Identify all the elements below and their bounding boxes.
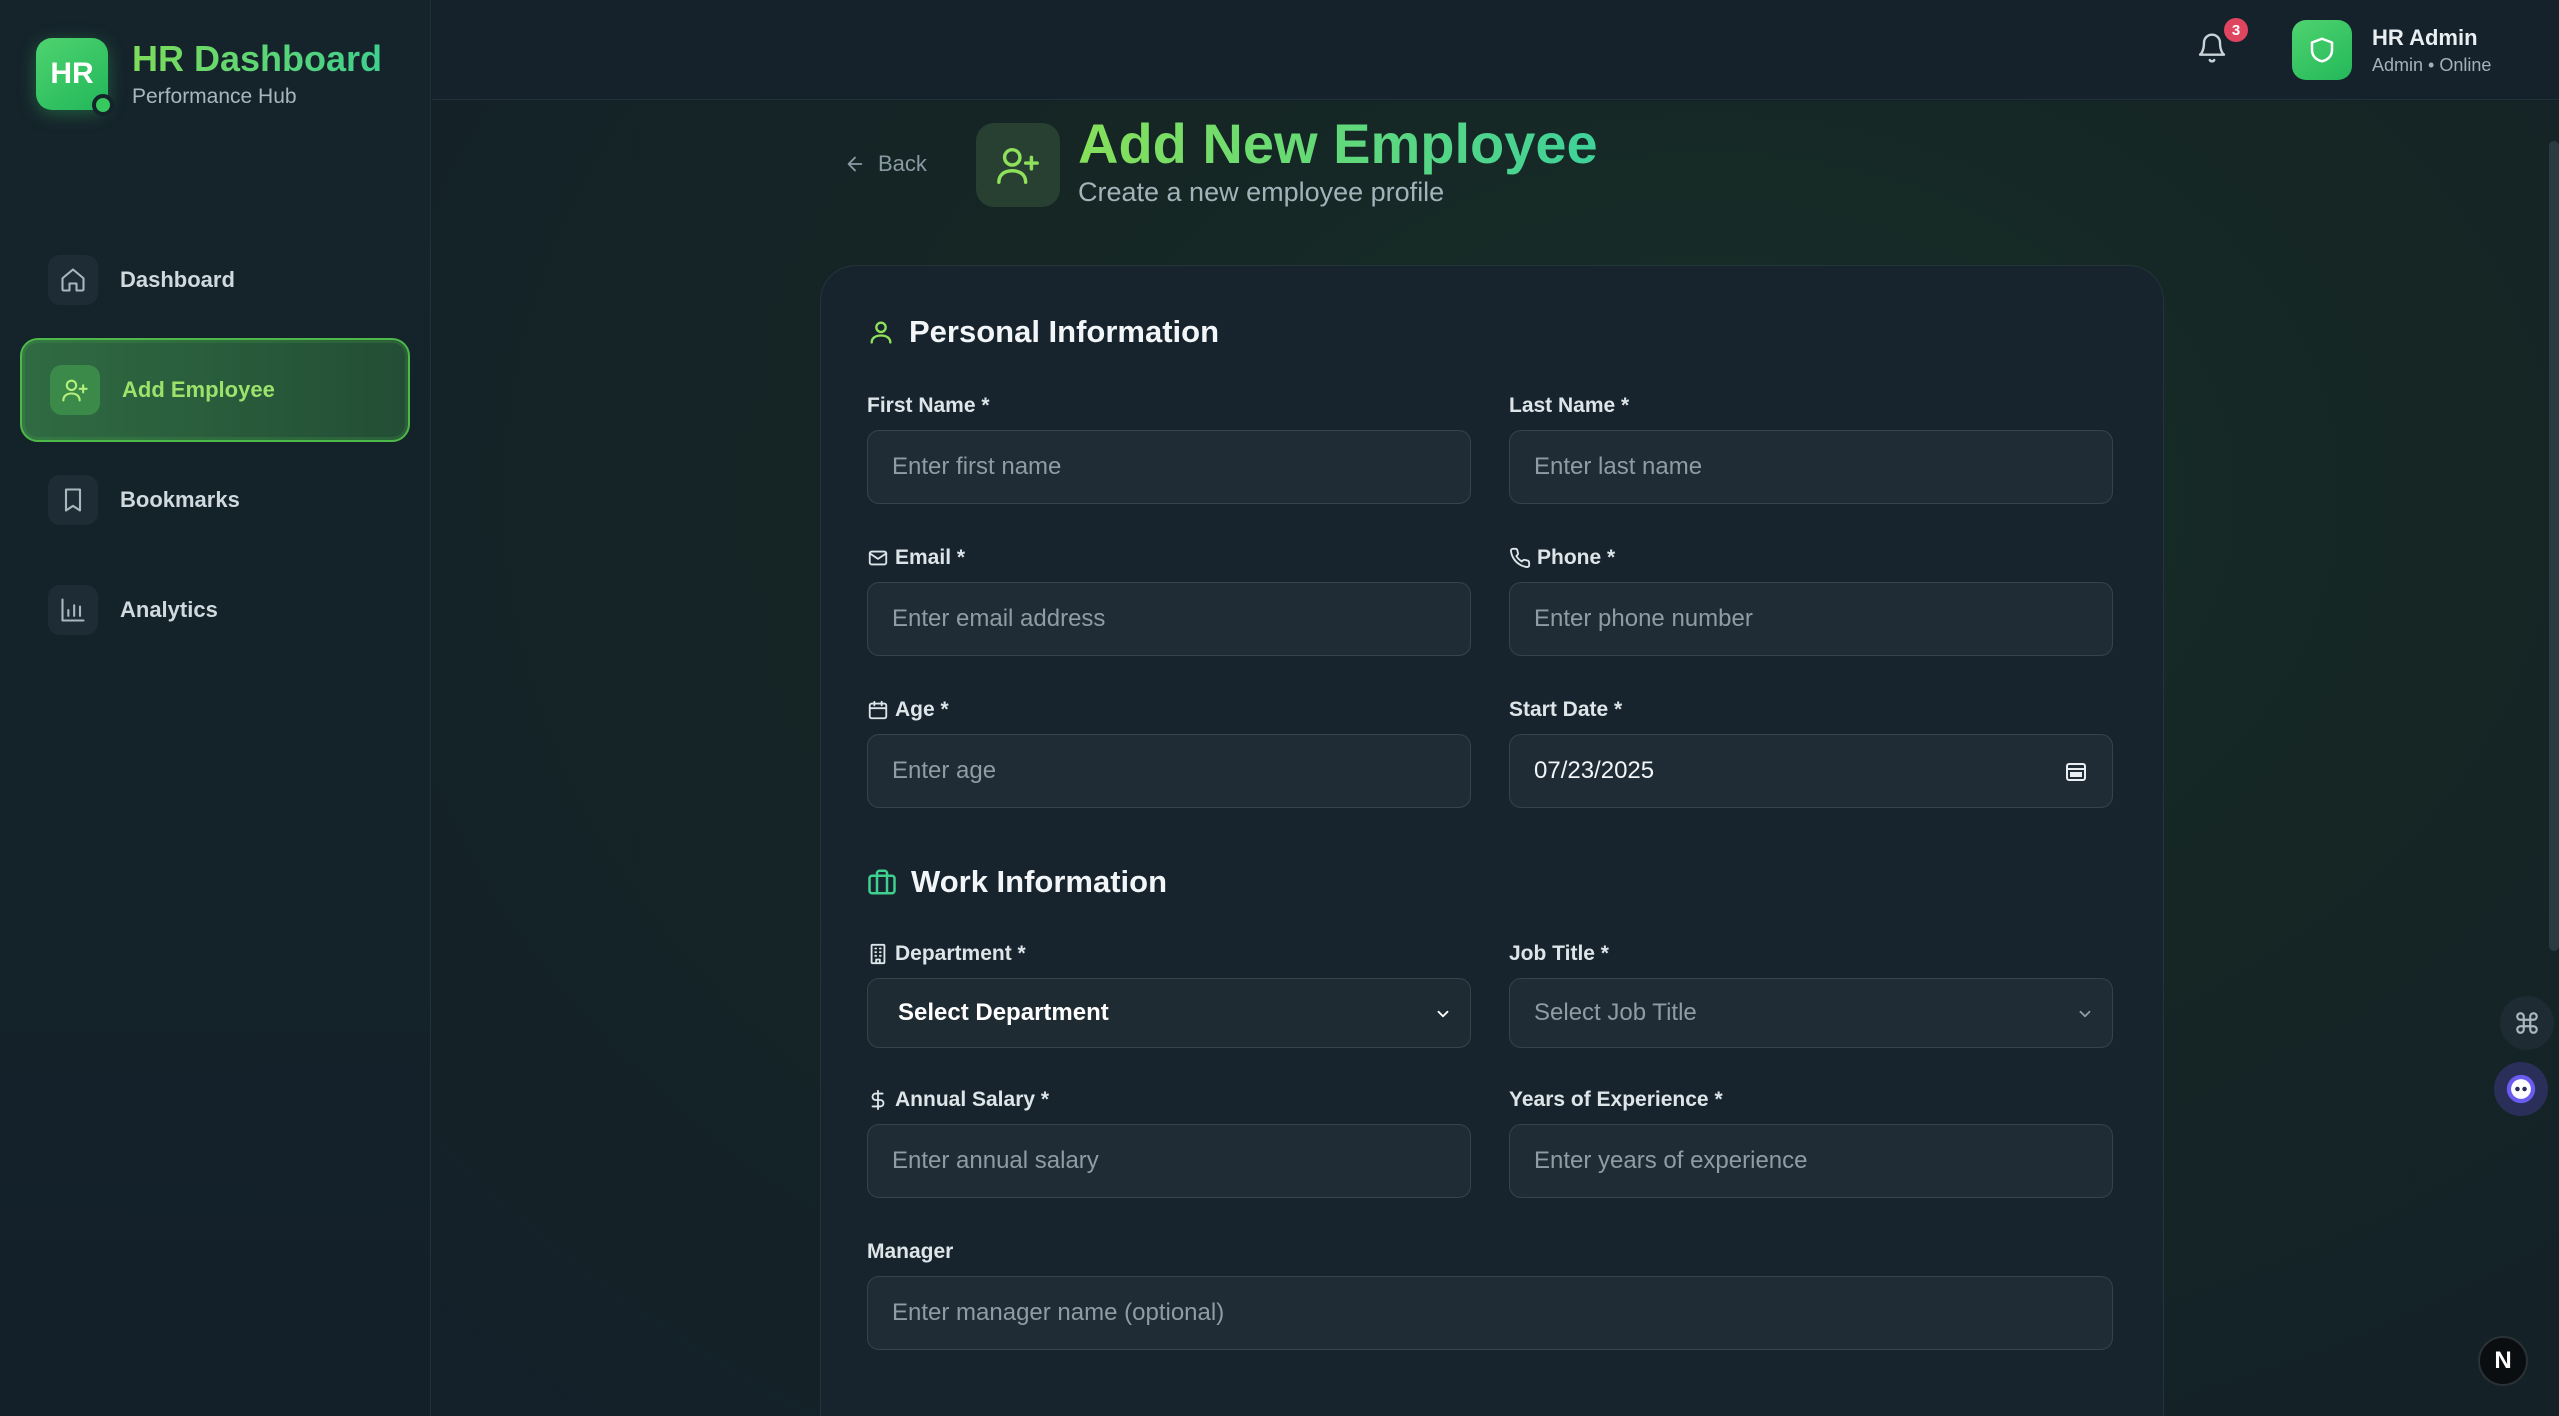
online-dot	[92, 94, 114, 116]
main-content: Back Add New Employee Create a new emplo…	[432, 101, 2559, 1416]
brand-title: HR Dashboard	[132, 38, 383, 80]
chevron-down-icon	[2079, 1010, 2091, 1018]
user-status: Admin • Online	[2372, 54, 2492, 75]
user-icon	[870, 321, 892, 344]
email-label: Email *	[867, 546, 965, 570]
phone-label: Phone *	[1509, 546, 1615, 570]
user-plus-icon	[976, 123, 1060, 207]
manager-label: Manager	[867, 1240, 954, 1263]
bar-chart-icon	[48, 585, 98, 635]
department-label: Department *	[867, 942, 1026, 966]
first-name-label: First Name *	[867, 394, 990, 417]
employee-form: Personal Information First Name * Enter …	[820, 265, 2164, 1416]
section-title-work: Work Information	[867, 864, 1167, 900]
notifications-button[interactable]: 3	[2196, 18, 2248, 72]
scrollbar[interactable]	[2549, 141, 2559, 951]
user-menu[interactable]: HR Admin Admin • Online	[2292, 20, 2491, 80]
bell-icon	[2198, 33, 2226, 63]
tools-button[interactable]	[2500, 996, 2554, 1050]
brand-logo: HR	[36, 38, 114, 116]
experience-field[interactable]: Enter years of experience	[1509, 1124, 2113, 1198]
sidebar-item-label: Bookmarks	[120, 487, 240, 512]
avatar	[2292, 20, 2352, 80]
job-title-label: Job Title *	[1509, 942, 1609, 965]
shield-icon	[2310, 37, 2334, 63]
sidebar: HR HR Dashboard Performance Hub Dashboar…	[0, 0, 431, 1416]
department-select-value: Select Department	[898, 999, 1109, 1026]
age-label: Age *	[867, 698, 949, 722]
last-name-input[interactable]: Enter last name	[1509, 430, 2113, 504]
section-title-personal: Personal Information	[867, 314, 1219, 350]
department-select[interactable]: Select Department	[867, 978, 1471, 1048]
sidebar-item-add-employee[interactable]: Add Employee	[20, 338, 410, 442]
briefcase-icon	[868, 869, 896, 895]
brand-logo-text: HR	[50, 57, 94, 90]
experience-label: Years of Experience *	[1509, 1088, 1723, 1111]
dollar-icon	[871, 1089, 885, 1111]
manager-field[interactable]: Enter manager name (optional)	[867, 1276, 2113, 1350]
job-title-select[interactable]: Select Job Title	[1509, 978, 2113, 1048]
email-field[interactable]: Enter email address	[867, 582, 1471, 656]
first-name-input[interactable]: Enter first name	[867, 430, 1471, 504]
brand-subtitle: Performance Hub	[132, 84, 297, 108]
sidebar-item-bookmarks[interactable]: Bookmarks	[20, 448, 410, 552]
user-plus-icon	[50, 365, 100, 415]
sidebar-nav: Dashboard Add Employee Bookmarks Analyti…	[20, 228, 410, 668]
start-date-label: Start Date *	[1509, 698, 1623, 721]
phone-field[interactable]: Enter phone number	[1509, 582, 2113, 656]
salary-label: Annual Salary *	[867, 1088, 1049, 1112]
calendar-picker-icon[interactable]	[2064, 759, 2088, 783]
brand[interactable]: HR HR Dashboard Performance Hub	[36, 38, 383, 116]
start-date-value: 07/23/2025	[1534, 757, 1655, 784]
start-date-field[interactable]: 07/23/2025	[1509, 734, 2113, 808]
sidebar-item-label: Dashboard	[120, 267, 235, 292]
sidebar-item-dashboard[interactable]: Dashboard	[20, 228, 410, 332]
mail-icon	[868, 550, 888, 566]
job-title-select-value: Select Job Title	[1534, 999, 1697, 1026]
building-icon	[870, 943, 886, 965]
back-button[interactable]: Back	[844, 151, 927, 177]
user-name: HR Admin	[2372, 24, 2478, 50]
assistant-bot-icon	[2506, 1074, 2536, 1104]
page-title: Add New Employee	[1078, 112, 1598, 175]
next-dev-badge[interactable]: N	[2478, 1336, 2528, 1386]
home-icon	[48, 255, 98, 305]
bookmark-icon	[48, 475, 98, 525]
last-name-label: Last Name *	[1509, 394, 1630, 417]
page-subtitle: Create a new employee profile	[1078, 177, 1445, 207]
chevron-down-icon	[1437, 1010, 1449, 1018]
assistant-button[interactable]	[2494, 1062, 2548, 1116]
top-bar: 3 HR Admin Admin • Online	[432, 0, 2559, 100]
back-label: Back	[878, 151, 927, 176]
command-icon	[2516, 1012, 2538, 1034]
sidebar-item-label: Add Employee	[122, 377, 275, 402]
age-field[interactable]: Enter age	[867, 734, 1471, 808]
sidebar-item-analytics[interactable]: Analytics	[20, 558, 410, 662]
phone-icon	[1510, 547, 1531, 568]
notification-count-badge: 3	[2224, 18, 2248, 42]
salary-field[interactable]: Enter annual salary	[867, 1124, 1471, 1198]
calendar-icon	[868, 700, 888, 720]
sidebar-item-label: Analytics	[120, 597, 218, 622]
arrow-left-icon	[847, 156, 863, 172]
